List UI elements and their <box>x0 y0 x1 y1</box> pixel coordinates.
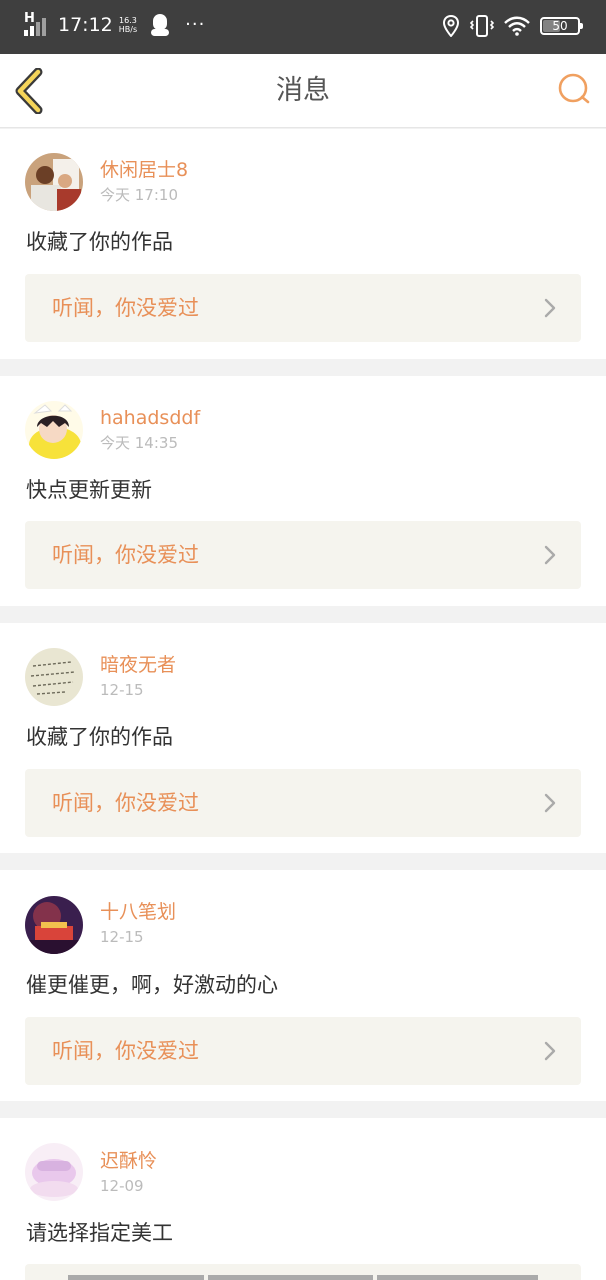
signal-icon: H <box>24 12 50 38</box>
message-text: 快点更新更新 <box>26 478 152 502</box>
status-bar: H 17:12 16.3 HB/s ··· 50 <box>0 0 606 54</box>
user-name[interactable]: 休闲居士8 <box>100 158 188 182</box>
chevron-right-icon <box>544 793 556 813</box>
avatar[interactable] <box>25 401 83 459</box>
work-title: 听闻，你没爱过 <box>52 296 199 320</box>
battery-icon: 50 <box>540 17 583 35</box>
work-link[interactable]: 听闻，你没爱过 <box>25 274 581 342</box>
avatar[interactable] <box>25 896 83 954</box>
message-card[interactable]: hahadsddf 今天 14:35 快点更新更新 听闻，你没爱过 <box>0 376 606 606</box>
search-icon <box>558 73 590 104</box>
more-notifications-icon: ··· <box>185 14 206 35</box>
vibrate-icon <box>470 15 494 37</box>
message-time: 今天 14:35 <box>100 434 178 452</box>
user-name[interactable]: 暗夜无者 <box>100 653 176 677</box>
message-time: 今天 17:10 <box>100 186 178 204</box>
message-card[interactable]: 暗夜无者 12-15 收藏了你的作品 听闻，你没爱过 <box>0 623 606 853</box>
clock: 17:12 <box>58 14 113 36</box>
message-text: 催更催更，啊，好激动的心 <box>26 973 278 997</box>
message-time: 12-15 <box>100 928 144 946</box>
navigation-bar: 消息 <box>0 54 606 128</box>
avatar[interactable] <box>25 1143 83 1201</box>
user-name[interactable]: 迟酥怜 <box>100 1149 157 1173</box>
chevron-right-icon <box>544 298 556 318</box>
work-title: 听闻，你没爱过 <box>52 791 199 815</box>
network-speed-unit: HB/s <box>118 25 138 34</box>
wifi-icon <box>504 16 530 36</box>
network-type-label: H <box>24 11 35 26</box>
message-text: 收藏了你的作品 <box>26 230 173 254</box>
user-name[interactable]: hahadsddf <box>100 406 200 430</box>
work-link[interactable] <box>25 1264 581 1280</box>
message-text: 收藏了你的作品 <box>26 725 173 749</box>
work-title: 听闻，你没爱过 <box>52 1039 199 1063</box>
message-card[interactable]: 迟酥怜 12-09 请选择指定美工 <box>0 1118 606 1280</box>
message-card[interactable]: 休闲居士8 今天 17:10 收藏了你的作品 听闻，你没爱过 <box>0 129 606 359</box>
avatar[interactable] <box>25 648 83 706</box>
user-name[interactable]: 十八笔划 <box>100 900 176 924</box>
message-card[interactable]: 十八笔划 12-15 催更催更，啊，好激动的心 听闻，你没爱过 <box>0 870 606 1101</box>
work-link[interactable]: 听闻，你没爱过 <box>25 769 581 837</box>
page-title: 消息 <box>276 75 330 106</box>
avatar[interactable] <box>25 153 83 211</box>
work-link[interactable]: 听闻，你没爱过 <box>25 521 581 589</box>
search-button[interactable] <box>554 70 594 110</box>
chevron-right-icon <box>544 1041 556 1061</box>
qq-notification-icon <box>151 14 170 36</box>
network-speed-value: 16.3 <box>119 16 137 25</box>
message-time: 12-15 <box>100 681 144 699</box>
network-speed: 16.3 HB/s <box>119 16 137 34</box>
work-title: 听闻，你没爱过 <box>52 543 199 567</box>
location-icon <box>442 15 460 37</box>
image-strip <box>68 1275 538 1280</box>
message-text: 请选择指定美工 <box>26 1221 173 1245</box>
message-time: 12-09 <box>100 1177 144 1195</box>
battery-level: 50 <box>552 19 568 33</box>
work-link[interactable]: 听闻，你没爱过 <box>25 1017 581 1085</box>
chevron-right-icon <box>544 545 556 565</box>
